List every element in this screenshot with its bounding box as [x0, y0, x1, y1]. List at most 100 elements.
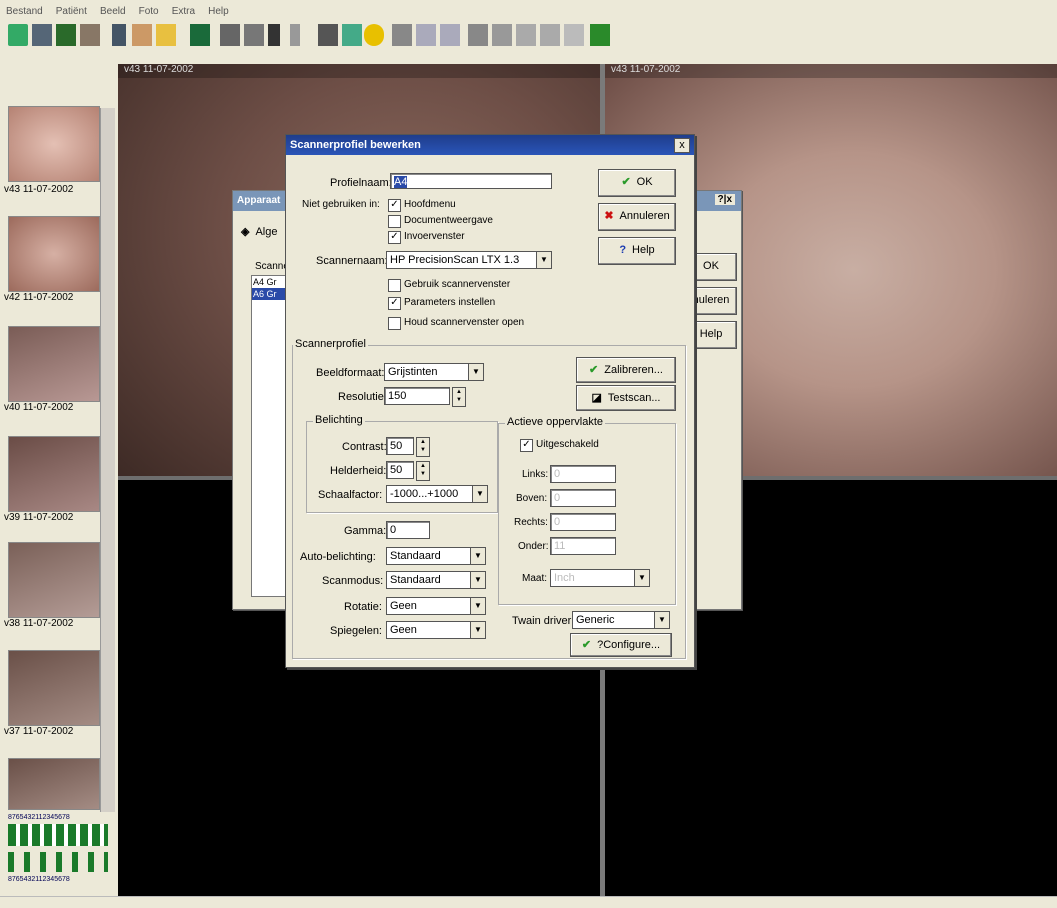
fit-icon[interactable] — [564, 24, 584, 46]
top-field[interactable]: 0 — [550, 489, 616, 507]
menu-beeld[interactable]: Beeld — [100, 6, 126, 17]
right-field[interactable]: 0 — [550, 513, 616, 531]
menu-foto[interactable]: Foto — [139, 6, 159, 17]
undo-icon[interactable] — [492, 24, 512, 46]
capture-icon[interactable] — [56, 24, 76, 46]
chevron-down-icon: ▼ — [634, 570, 649, 586]
close-icon[interactable]: x — [674, 138, 690, 153]
menu-extra[interactable]: Extra — [172, 6, 195, 17]
left-field[interactable]: 0 — [550, 465, 616, 483]
thumbnail-scrollbar[interactable] — [100, 108, 115, 812]
gamma-label: Gamma: — [344, 525, 387, 537]
thumbnail-image[interactable] — [8, 542, 100, 618]
tooth-chart-top[interactable]: 8765432112345678 — [8, 814, 114, 821]
text-icon[interactable] — [112, 24, 126, 46]
exposure-group-title: Belichting — [313, 414, 365, 426]
list-item-selected[interactable]: A6 Gr — [252, 288, 286, 300]
thumbnail-image[interactable] — [8, 106, 100, 182]
dialog-titlebar: Scannerprofiel bewerken x — [286, 135, 694, 155]
resolution-field[interactable]: 150 — [384, 387, 450, 405]
thumbnail-image[interactable] — [8, 758, 100, 810]
unit-label: Maat: — [522, 573, 548, 584]
mirror-select[interactable]: Geen ▼ — [386, 621, 486, 639]
documentweergave-checkbox[interactable] — [388, 215, 401, 228]
auto-exposure-label: Auto-belichting: — [300, 551, 376, 563]
scanner-name-label: Scannernaam: — [316, 255, 388, 267]
disabled-checkbox[interactable]: ✓ — [520, 439, 533, 452]
invoervenster-label: Invoervenster — [404, 231, 465, 242]
use-scanner-window-checkbox[interactable] — [388, 279, 401, 292]
image-format-select[interactable]: Grijstinten ▼ — [384, 363, 484, 381]
scanner-icon: ◈ — [241, 226, 250, 238]
hand-icon[interactable] — [132, 24, 152, 46]
menu-bestand[interactable]: Bestand — [6, 6, 43, 17]
image-format-value: Grijstinten — [388, 366, 438, 378]
thumbnail-image[interactable] — [8, 650, 100, 726]
twain-driver-select[interactable]: Generic ▼ — [572, 611, 670, 629]
list-item[interactable]: A4 Gr — [252, 276, 286, 288]
crop-icon[interactable] — [392, 24, 412, 46]
bottom-field[interactable]: 11 — [550, 537, 616, 555]
rotation-value: Geen — [390, 600, 417, 612]
unit-select[interactable]: Inch ▼ — [550, 569, 650, 587]
camera-icon[interactable] — [32, 24, 52, 46]
calibrate-button[interactable]: ✔ Zalibreren... — [576, 357, 676, 383]
contrast-icon[interactable] — [468, 24, 488, 46]
tooth-chart-mid[interactable] — [8, 852, 108, 872]
radiation-icon[interactable] — [364, 24, 384, 46]
scanner-list[interactable]: A4 Gr A6 Gr — [251, 275, 287, 597]
menu-help[interactable]: Help — [208, 6, 229, 17]
help-close-buttons[interactable]: ?|x — [714, 194, 735, 205]
keep-open-checkbox[interactable] — [388, 317, 401, 330]
thumbnail-image[interactable] — [8, 326, 100, 402]
help-button[interactable]: ? Help — [598, 237, 676, 265]
brightness-stepper[interactable]: ▲ ▼ — [416, 461, 430, 481]
set-parameters-checkbox[interactable]: ✓ — [388, 297, 401, 310]
arrow-down-right-icon[interactable] — [590, 24, 610, 46]
columns-icon[interactable] — [416, 24, 436, 46]
bag-icon[interactable] — [318, 24, 338, 46]
rotation-select[interactable]: Geen ▼ — [386, 597, 486, 615]
print-icon[interactable] — [220, 24, 240, 46]
cancel-button[interactable]: ✖ Annuleren — [598, 203, 676, 231]
configure-button[interactable]: ✔ ?Configure... — [570, 633, 672, 657]
thumbnail-image[interactable] — [8, 216, 100, 292]
scan-icon[interactable] — [8, 24, 28, 46]
grid-icon[interactable] — [190, 24, 210, 46]
invoervenster-checkbox[interactable]: ✓ — [388, 231, 401, 244]
folder-icon[interactable] — [156, 24, 176, 46]
disabled-label: Uitgeschakeld — [536, 439, 599, 450]
save-icon[interactable] — [244, 24, 264, 46]
left-label: Links: — [522, 469, 549, 480]
auto-exposure-select[interactable]: Standaard ▼ — [386, 547, 486, 565]
tooth-chart-bottom[interactable]: 8765432112345678 — [8, 876, 108, 883]
gamma-field[interactable]: 0 — [386, 521, 430, 539]
scanner-name-select[interactable]: HP PrecisionScan LTX 1.3 ▼ — [386, 251, 552, 269]
testscan-button[interactable]: ◪ Testscan... — [576, 385, 676, 411]
cursor-icon[interactable] — [290, 24, 300, 46]
profile-name-field[interactable]: A4 — [390, 173, 552, 189]
menu-patient[interactable]: Patiënt — [56, 6, 87, 17]
twain-driver-value: Generic — [576, 614, 615, 626]
tag-icon[interactable] — [342, 24, 362, 46]
ok-button[interactable]: ✔ OK — [598, 169, 676, 197]
scale-factor-select[interactable]: -1000...+1000 ▼ — [386, 485, 488, 503]
profile-name-value: A4 — [394, 176, 408, 188]
pen-icon[interactable] — [268, 24, 280, 46]
hoofdmenu-checkbox[interactable]: ✓ — [388, 199, 401, 212]
scan-mode-select[interactable]: Standaard ▼ — [386, 571, 486, 589]
columns2-icon[interactable] — [440, 24, 460, 46]
resolution-stepper[interactable]: ▲ ▼ — [452, 387, 466, 407]
brightness-label: Helderheid: — [330, 465, 387, 477]
tab-algemeen[interactable]: ◈ Alge — [241, 225, 278, 238]
thumbnail-caption: v37 11-07-2002 — [4, 726, 74, 737]
contrast-stepper[interactable]: ▲ ▼ — [416, 437, 430, 457]
print-small-icon[interactable] — [80, 24, 100, 46]
tooth-chart[interactable] — [8, 824, 108, 846]
thumbnail-image[interactable] — [8, 436, 100, 512]
zoom-out-icon[interactable] — [540, 24, 560, 46]
brightness-field[interactable]: 50 — [386, 461, 414, 479]
zoom-in-icon[interactable] — [516, 24, 536, 46]
contrast-field[interactable]: 50 — [386, 437, 414, 455]
pane-caption: v43 11-07-2002 — [118, 64, 606, 78]
